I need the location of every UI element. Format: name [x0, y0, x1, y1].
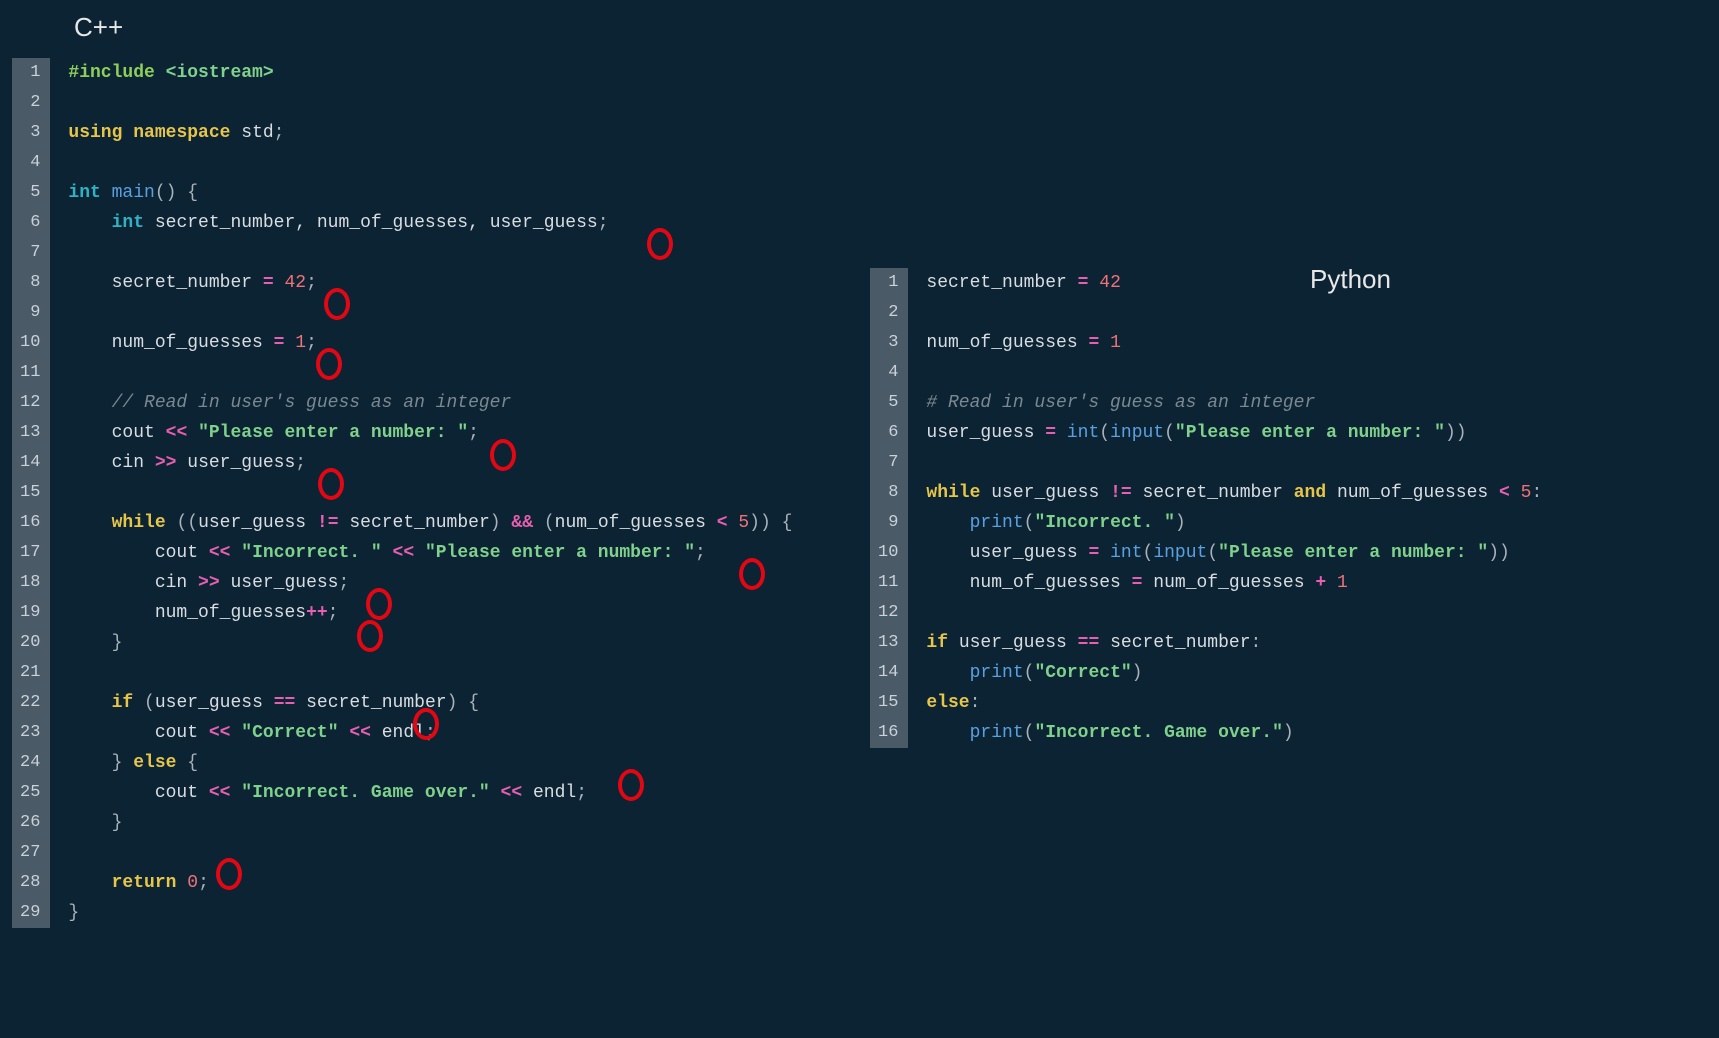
line-number: 9 [870, 508, 908, 538]
line-number: 8 [870, 478, 908, 508]
line-number: 15 [870, 688, 908, 718]
line-number: 6 [12, 208, 50, 238]
line-number: 7 [870, 448, 908, 478]
line-number: 2 [870, 298, 908, 328]
line-number: 13 [12, 418, 50, 448]
line-number: 10 [870, 538, 908, 568]
code-line: num_of_guesses = num_of_guesses + 1 [926, 568, 1542, 598]
code-line: while ((user_guess != secret_number) && … [68, 508, 792, 538]
code-line [68, 478, 792, 508]
code-line [68, 358, 792, 388]
code-line: else: [926, 688, 1542, 718]
line-number: 23 [12, 718, 50, 748]
code-line: int secret_number, num_of_guesses, user_… [68, 208, 792, 238]
python-code[interactable]: secret_number = 42 num_of_guesses = 1 # … [908, 268, 1542, 748]
line-number: 20 [12, 628, 50, 658]
code-line: cout << "Incorrect. Game over." << endl; [68, 778, 792, 808]
code-line: cout << "Incorrect. " << "Please enter a… [68, 538, 792, 568]
line-number: 27 [12, 838, 50, 868]
line-number: 10 [12, 328, 50, 358]
line-number: 8 [12, 268, 50, 298]
line-number: 6 [870, 418, 908, 448]
code-line: cin >> user_guess; [68, 448, 792, 478]
code-line: cout << "Correct" << endl; [68, 718, 792, 748]
line-number: 29 [12, 898, 50, 928]
code-line: } [68, 628, 792, 658]
code-line: } [68, 898, 792, 928]
code-line: num_of_guesses = 1; [68, 328, 792, 358]
code-line: print("Correct") [926, 658, 1542, 688]
line-number: 5 [870, 388, 908, 418]
code-line: #include <iostream> [68, 58, 792, 88]
code-line: } else { [68, 748, 792, 778]
line-number: 22 [12, 688, 50, 718]
line-number: 1 [870, 268, 908, 298]
line-number: 14 [12, 448, 50, 478]
line-number: 13 [870, 628, 908, 658]
code-line: if user_guess == secret_number: [926, 628, 1542, 658]
code-line: secret_number = 42 [926, 268, 1542, 298]
code-line: secret_number = 42; [68, 268, 792, 298]
code-line [68, 148, 792, 178]
code-line [68, 88, 792, 118]
line-number: 16 [870, 718, 908, 748]
line-number: 5 [12, 178, 50, 208]
line-number: 17 [12, 538, 50, 568]
line-number: 3 [870, 328, 908, 358]
cpp-editor[interactable]: 1234567891011121314151617181920212223242… [12, 58, 792, 928]
line-number: 24 [12, 748, 50, 778]
code-line: num_of_guesses = 1 [926, 328, 1542, 358]
line-number: 12 [12, 388, 50, 418]
line-number: 11 [12, 358, 50, 388]
code-line [926, 448, 1542, 478]
code-line: return 0; [68, 868, 792, 898]
code-line [926, 598, 1542, 628]
line-number: 12 [870, 598, 908, 628]
cpp-gutter: 1234567891011121314151617181920212223242… [12, 58, 50, 928]
code-line [68, 238, 792, 268]
line-number: 14 [870, 658, 908, 688]
code-line: # Read in user's guess as an integer [926, 388, 1542, 418]
line-number: 25 [12, 778, 50, 808]
line-number: 1 [12, 58, 50, 88]
line-number: 21 [12, 658, 50, 688]
line-number: 4 [870, 358, 908, 388]
code-line [926, 298, 1542, 328]
line-number: 2 [12, 88, 50, 118]
code-line: if (user_guess == secret_number) { [68, 688, 792, 718]
code-line: } [68, 808, 792, 838]
code-line: using namespace std; [68, 118, 792, 148]
code-line: num_of_guesses++; [68, 598, 792, 628]
cpp-code[interactable]: #include <iostream> using namespace std;… [50, 58, 792, 928]
line-number: 4 [12, 148, 50, 178]
line-number: 28 [12, 868, 50, 898]
python-gutter: 12345678910111213141516 [870, 268, 908, 748]
line-number: 26 [12, 808, 50, 838]
line-number: 16 [12, 508, 50, 538]
line-number: 19 [12, 598, 50, 628]
code-line: cout << "Please enter a number: "; [68, 418, 792, 448]
line-number: 7 [12, 238, 50, 268]
line-number: 15 [12, 478, 50, 508]
code-line: user_guess = int(input("Please enter a n… [926, 538, 1542, 568]
code-line: while user_guess != secret_number and nu… [926, 478, 1542, 508]
python-editor[interactable]: 12345678910111213141516 secret_number = … [870, 268, 1542, 748]
code-line: print("Incorrect. Game over.") [926, 718, 1542, 748]
line-number: 9 [12, 298, 50, 328]
cpp-heading: C++ [74, 12, 123, 43]
code-line: int main() { [68, 178, 792, 208]
line-number: 18 [12, 568, 50, 598]
code-line: print("Incorrect. ") [926, 508, 1542, 538]
code-line [68, 298, 792, 328]
code-line: user_guess = int(input("Please enter a n… [926, 418, 1542, 448]
code-line [926, 358, 1542, 388]
code-line: // Read in user's guess as an integer [68, 388, 792, 418]
code-line: cin >> user_guess; [68, 568, 792, 598]
code-line [68, 838, 792, 868]
code-line [68, 658, 792, 688]
line-number: 3 [12, 118, 50, 148]
line-number: 11 [870, 568, 908, 598]
